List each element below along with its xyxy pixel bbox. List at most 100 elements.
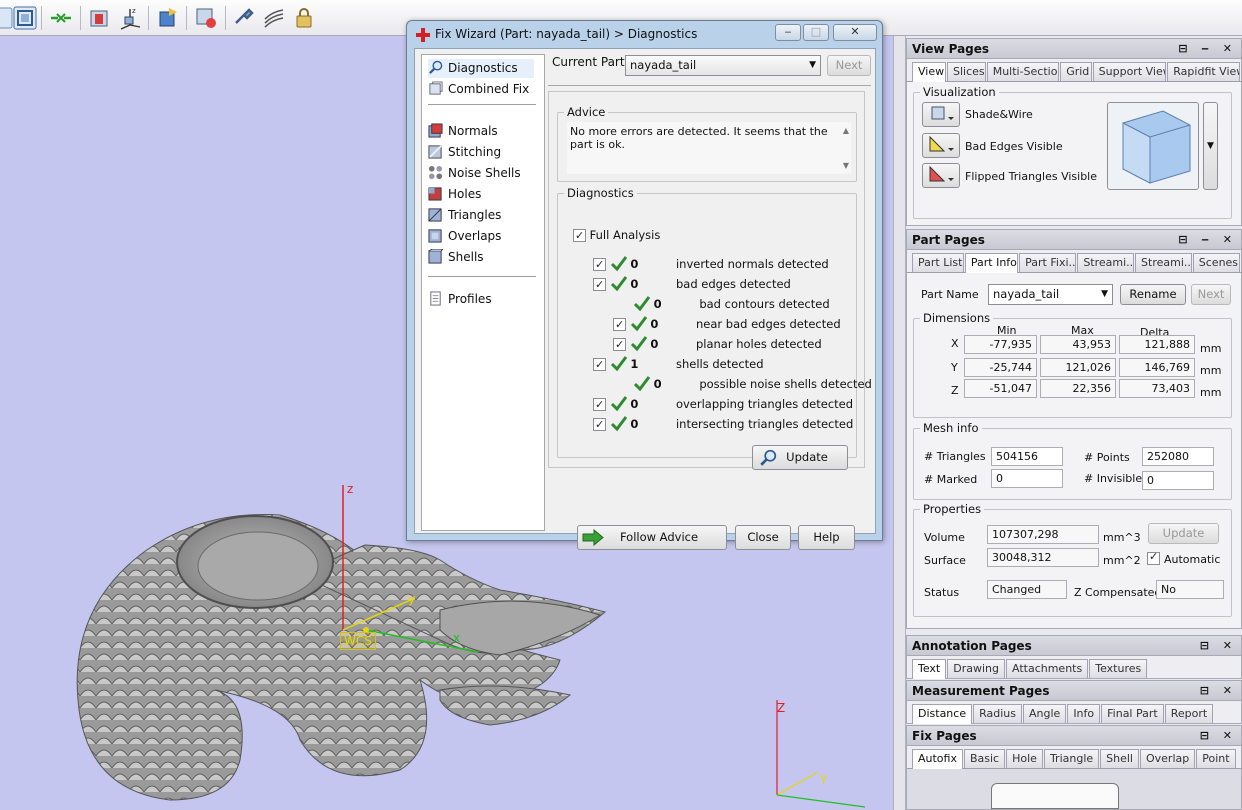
diagnostics-update-button[interactable]: Update [752,445,848,470]
tab-drawing[interactable]: Drawing [947,659,1005,678]
panel-controls[interactable]: ⊟ ‒ ✕ [1178,230,1237,250]
tab-triangle[interactable]: Triangle [1043,749,1100,768]
z-max: 22,356 [1040,379,1116,398]
part-name-select[interactable]: nayada_tail ▼ [988,284,1113,305]
next-button[interactable]: Next [1191,284,1231,305]
tab-info[interactable]: Info [1067,704,1101,723]
tab-attachments[interactable]: Attachments [1006,659,1089,678]
fix-wizard-dialog: Fix Wizard (Part: nayada_tail) > Diagnos… [406,20,883,550]
nav-noise-shells[interactable]: Noise Shells [428,164,521,183]
tab-part-fixing[interactable]: Part Fixi.. [1019,253,1077,272]
tab-part-info[interactable]: Part Info [964,253,1019,273]
scroll-up-icon[interactable]: ▲ [843,126,849,135]
annotation-pages-panel: Annotation Pages ⊟ ✕ Text Drawing Attachm… [906,635,1242,679]
triangles-label: # Triangles [924,450,986,463]
row-checkbox[interactable] [593,416,606,434]
nav-normals[interactable]: Normals [428,122,498,141]
row-checkbox[interactable] [593,356,606,374]
tab-part-list[interactable]: Part List [912,253,964,272]
close-window-button[interactable]: ✕ [833,24,877,41]
view-cube-dropdown[interactable]: ▼ [1203,102,1218,190]
tab-autofix[interactable]: Autofix [912,749,963,769]
tab-radius[interactable]: Radius [973,704,1022,723]
panel-controls[interactable]: ⊟ ✕ [1200,681,1237,701]
row-checkbox[interactable] [613,316,626,334]
view-cube[interactable] [1107,102,1199,190]
rename-button[interactable]: Rename [1120,284,1186,305]
magnifier-icon [760,449,777,466]
nav-combined-fix[interactable]: Combined Fix [428,80,529,99]
tab-rapidfit-view[interactable]: Rapidfit View [1167,62,1240,81]
tab-overlap[interactable]: Overlap [1139,749,1196,768]
maximize-button[interactable]: □ [803,24,829,41]
part-name-label: Part Name [921,288,979,301]
nav-holes[interactable]: Holes [428,185,481,204]
close-button[interactable]: Close [735,525,791,550]
x-unit: mm [1200,342,1222,355]
tab-streaming-2[interactable]: Streami.. [1135,253,1192,272]
minimize-button[interactable]: ‒ [775,24,801,41]
row-checkbox[interactable] [593,396,606,414]
dock-splitter[interactable] [893,36,906,810]
slices-icon[interactable] [261,5,287,31]
dialog-title: Fix Wizard (Part: nayada_tail) > Diagnos… [435,27,698,41]
row-checkbox[interactable] [593,276,606,294]
current-part-select[interactable]: nayada_tail ▼ [625,55,821,76]
invisible-value: 0 [1142,471,1214,490]
diagnostics-title: Diagnostics [564,186,637,200]
marked-label: # Marked [924,473,978,486]
z-unit: mm [1200,386,1222,399]
tab-slices[interactable]: Slices [947,62,986,81]
follow-advice-button[interactable]: Follow Advice [577,525,727,550]
view-icon[interactable] [12,5,38,31]
tab-hole[interactable]: Hole [1006,749,1043,768]
row-checkbox[interactable] [613,336,626,354]
move-parts-icon[interactable] [48,5,74,31]
add-part-icon[interactable] [155,5,181,31]
holes-icon [428,187,442,201]
tab-final-part[interactable]: Final Part [1101,704,1164,723]
fix-part-icon[interactable] [193,5,219,31]
row-checkbox[interactable] [593,256,606,274]
visualization-title: Visualization [920,85,999,99]
axis-x: X [951,337,959,350]
view-pages-tabs: View Slices Multi-Section Grid Support V… [907,59,1241,82]
nav-overlaps[interactable]: Overlaps [428,227,501,246]
help-button[interactable]: Help [798,525,855,550]
tab-distance[interactable]: Distance [912,704,973,724]
tab-grid[interactable]: Grid [1060,62,1092,81]
nav-stitching[interactable]: Stitching [428,143,501,162]
invisible-label: # Invisible [1084,472,1143,485]
x-max: 43,953 [1040,335,1116,354]
tab-basic[interactable]: Basic [963,749,1006,768]
dialog-next-button[interactable]: Next [827,55,871,76]
panel-controls[interactable]: ⊟ ✕ [1200,726,1237,746]
tab-multi-section[interactable]: Multi-Section [986,62,1060,81]
part-box-icon[interactable] [87,5,113,31]
tools-icon[interactable] [231,5,257,31]
tab-support-view[interactable]: Support View [1092,62,1167,81]
tab-view[interactable]: View [912,62,947,82]
lock-icon[interactable] [291,5,317,31]
status-label: Status [924,586,960,599]
nav-shells[interactable]: Shells [428,248,484,267]
part-pages-title: Part Pages ⊟ ‒ ✕ [907,230,1241,250]
full-analysis-checkbox[interactable]: Full Analysis [573,226,660,245]
tab-scenes[interactable]: Scenes [1192,253,1240,272]
nav-profiles[interactable]: Profiles [428,290,492,309]
panel-controls[interactable]: ⊟ ‒ ✕ [1178,39,1237,59]
panel-controls[interactable]: ⊟ ✕ [1200,636,1237,656]
tab-shell[interactable]: Shell [1100,749,1139,768]
tab-angle[interactable]: Angle [1023,704,1067,723]
axis-rotate-icon[interactable]: z [117,5,143,31]
tab-point[interactable]: Point [1196,749,1236,768]
nav-diagnostics[interactable]: Diagnostics [428,59,534,78]
nav-triangles[interactable]: Triangles [428,206,501,225]
scroll-down-icon[interactable]: ▼ [843,161,849,170]
tab-textures[interactable]: Textures [1089,659,1148,678]
properties-update-button[interactable]: Update [1148,523,1219,544]
tab-streaming-1[interactable]: Streami.. [1077,253,1135,272]
automatic-checkbox[interactable] [1147,550,1160,565]
tab-text[interactable]: Text [912,659,947,679]
tab-report[interactable]: Report [1164,704,1214,723]
